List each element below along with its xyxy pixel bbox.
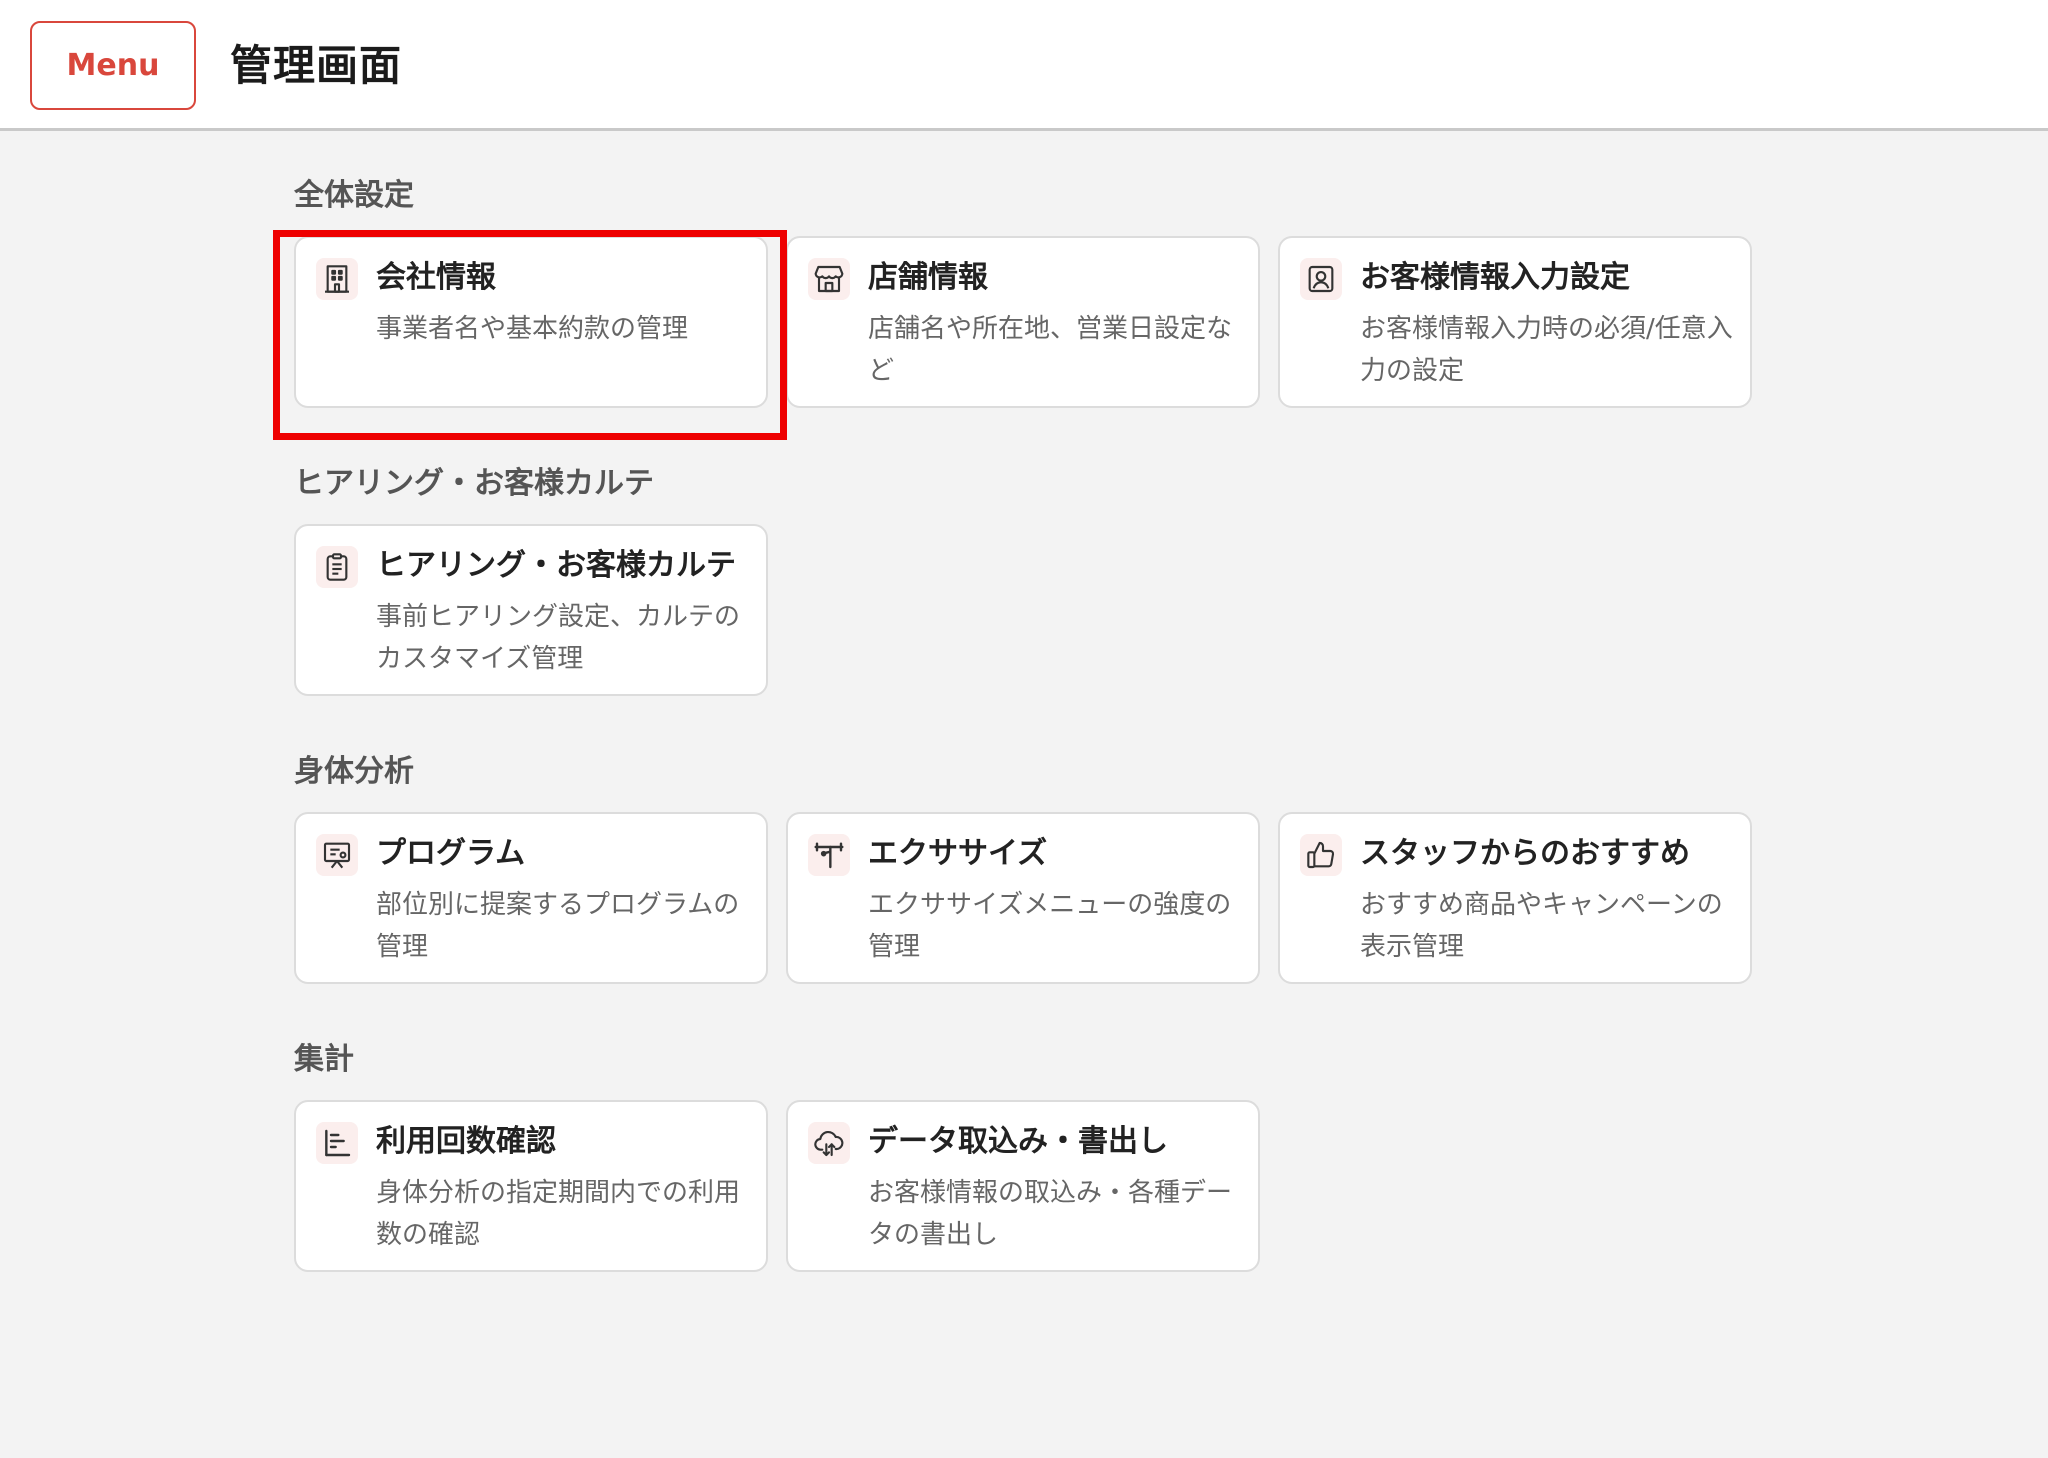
card-title: プログラム	[376, 836, 526, 871]
card-title: 店舗情報	[868, 260, 988, 295]
card-description: 店舗名や所在地、営業日設定など	[868, 314, 1233, 386]
bar-list-icon	[316, 1122, 358, 1164]
card-data-import-export[interactable]: データ取込み・書出し お客様情報の取込み・各種データの書出し	[786, 1100, 1260, 1272]
menu-button[interactable]: Menu	[30, 21, 196, 110]
card-hearing-karte[interactable]: ヒアリング・お客様カルテ 事前ヒアリング設定、カルテのカスタマイズ管理	[294, 524, 768, 696]
card-title: データ取込み・書出し	[868, 1124, 1168, 1159]
app-header: Menu 管理画面	[0, 0, 2048, 131]
section-title-aggregation: 集計	[294, 1042, 354, 1077]
exercise-icon	[808, 834, 850, 876]
clipboard-icon	[316, 546, 358, 588]
section-title-body-analysis: 身体分析	[294, 754, 414, 789]
card-title: ヒアリング・お客様カルテ	[376, 548, 736, 583]
user-card-icon	[1300, 258, 1342, 300]
section-title-hearing: ヒアリング・お客様カルテ	[294, 466, 654, 501]
card-exercise[interactable]: エクササイズ エクササイズメニューの強度の管理	[786, 812, 1260, 984]
page-title: 管理画面	[230, 41, 403, 90]
card-description: 身体分析の指定期間内での利用数の確認	[376, 1178, 741, 1250]
card-title: エクササイズ	[868, 836, 1048, 871]
card-description: 事前ヒアリング設定、カルテのカスタマイズ管理	[376, 602, 741, 674]
card-store-info[interactable]: 店舗情報 店舗名や所在地、営業日設定など	[786, 236, 1260, 408]
presentation-icon	[316, 834, 358, 876]
store-icon	[808, 258, 850, 300]
card-customer-input-settings[interactable]: お客様情報入力設定 お客様情報入力時の必須/任意入力の設定	[1278, 236, 1752, 408]
card-description: お客様情報の取込み・各種データの書出し	[868, 1178, 1233, 1250]
card-description: おすすめ商品やキャンペーンの表示管理	[1360, 890, 1723, 962]
card-title: お客様情報入力設定	[1360, 260, 1630, 295]
card-title: スタッフからのおすすめ	[1360, 836, 1690, 871]
card-description: エクササイズメニューの強度の管理	[868, 890, 1232, 962]
building-icon	[316, 258, 358, 300]
card-description: お客様情報入力時の必須/任意入力の設定	[1360, 314, 1733, 386]
card-staff-recommendation[interactable]: スタッフからのおすすめ おすすめ商品やキャンペーンの表示管理	[1278, 812, 1752, 984]
card-description: 部位別に提案するプログラムの管理	[376, 890, 740, 962]
card-description: 事業者名や基本約款の管理	[376, 314, 689, 344]
card-title: 会社情報	[376, 260, 496, 295]
card-usage-count[interactable]: 利用回数確認 身体分析の指定期間内での利用数の確認	[294, 1100, 768, 1272]
section-title-general: 全体設定	[294, 178, 414, 213]
card-company-info[interactable]: 会社情報 事業者名や基本約款の管理	[294, 236, 768, 408]
cloud-sync-icon	[808, 1122, 850, 1164]
card-program[interactable]: プログラム 部位別に提案するプログラムの管理	[294, 812, 768, 984]
thumbs-up-icon	[1300, 834, 1342, 876]
card-title: 利用回数確認	[376, 1124, 556, 1159]
